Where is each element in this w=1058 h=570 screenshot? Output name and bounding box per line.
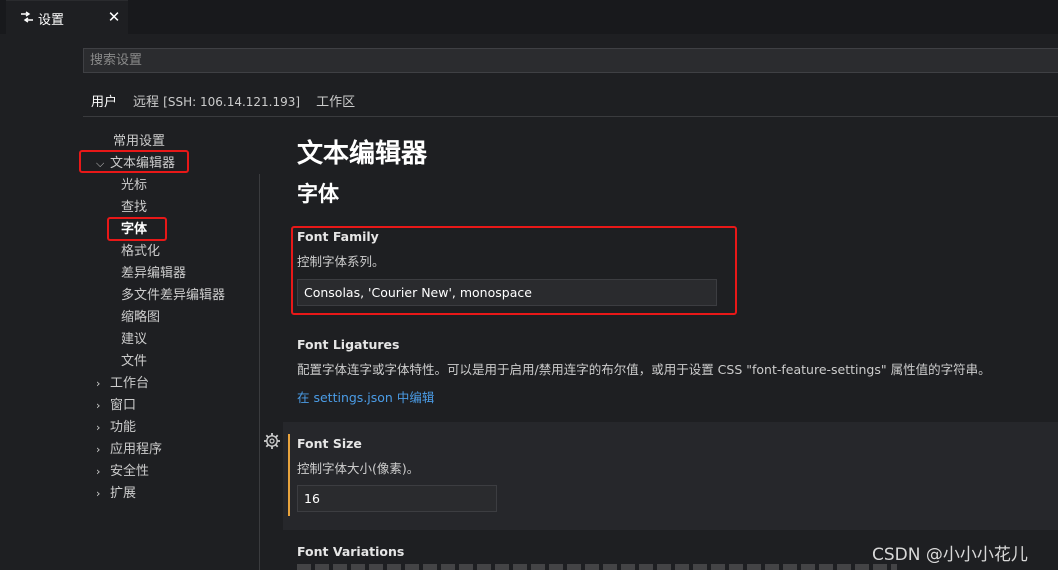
watermark: CSDN @小小小花儿 (872, 545, 1028, 565)
toc-item-window[interactable]: › 窗口 (96, 395, 136, 417)
tab-user-label: 用户 (91, 95, 118, 110)
toc-item-label: 文件 (121, 354, 148, 369)
toc-item-label: 扩展 (110, 486, 137, 501)
toc-item-find[interactable]: 查找 (121, 197, 147, 219)
chevron-right-icon: › (96, 377, 101, 390)
toc-item-diff-editor[interactable]: 差异编辑器 (121, 263, 186, 285)
focus-indicator (288, 434, 290, 516)
close-icon[interactable]: ✕ (104, 7, 124, 27)
chevron-right-icon: › (96, 443, 101, 456)
setting-desc-font-variations-cut-off (297, 564, 897, 570)
setting-title-font-variations: Font Variations (297, 544, 405, 559)
tab-remote-host: [SSH: 106.14.121.193] (163, 95, 301, 109)
search-input[interactable] (83, 48, 1058, 73)
toc-item-common[interactable]: 常用设置 (113, 131, 165, 153)
chevron-right-icon: › (96, 487, 101, 500)
tab-workspace-label: 工作区 (316, 95, 356, 110)
scope-tabs: 用户 远程 [SSH: 106.14.121.193] 工作区 (83, 88, 363, 116)
toc-item-text-editor[interactable]: ⌵ 文本编辑器 (96, 153, 175, 175)
toc-item-label: 建议 (121, 332, 148, 347)
toc-item-application[interactable]: › 应用程序 (96, 439, 162, 461)
toc-item-label: 安全性 (110, 464, 150, 479)
tab-settings[interactable]: 设置 ✕ (6, 0, 128, 34)
setting-title-font-size: Font Size (297, 436, 362, 451)
gear-icon[interactable] (263, 432, 281, 450)
tab-remote-label: 远程 (133, 95, 160, 110)
toc-item-minimap[interactable]: 缩略图 (121, 307, 160, 329)
setting-title-font-ligatures: Font Ligatures (297, 337, 400, 352)
tab-workspace[interactable]: 工作区 (308, 88, 363, 115)
setting-desc-font-family: 控制字体系列。 (297, 254, 385, 269)
toc-item-label: 工作台 (110, 376, 150, 391)
settings-sliders-icon (21, 11, 33, 23)
tab-user[interactable]: 用户 (83, 88, 125, 115)
font-size-input[interactable] (297, 485, 497, 512)
toc-item-multi-diff-editor[interactable]: 多文件差异编辑器 (121, 285, 225, 307)
toc-item-label: 窗口 (110, 398, 137, 413)
chevron-right-icon: › (96, 421, 101, 434)
toc-indent-guide (259, 174, 260, 570)
chevron-right-icon: › (96, 399, 101, 412)
tab-label: 设置 (38, 13, 65, 28)
toc-item-suggestions[interactable]: 建议 (121, 329, 147, 351)
edit-in-settings-json-link[interactable]: 在 settings.json 中编辑 (297, 387, 434, 406)
scope-divider (83, 116, 1058, 117)
toc-item-formatting[interactable]: 格式化 (121, 241, 160, 263)
toc-item-extensions[interactable]: › 扩展 (96, 483, 136, 505)
toc-item-label: 格式化 (121, 244, 161, 259)
toc-item-label: 光标 (121, 178, 148, 193)
toc-item-cursor[interactable]: 光标 (121, 175, 147, 197)
setting-desc-font-ligatures: 配置字体连字或字体特性。可以是用于启用/禁用连字的布尔值，或用于设置 CSS "… (297, 362, 991, 377)
toc-item-label: 文本编辑器 (110, 156, 176, 171)
toc-item-workbench[interactable]: › 工作台 (96, 373, 149, 395)
page-title: 文本编辑器 (297, 139, 428, 169)
chevron-down-icon: ⌵ (96, 157, 105, 170)
toc-item-files[interactable]: 文件 (121, 351, 147, 373)
toc-item-font[interactable]: 字体 (121, 219, 147, 241)
setting-desc-font-size: 控制字体大小(像素)。 (297, 461, 420, 476)
toc-item-label: 缩略图 (121, 310, 161, 325)
toc-item-label: 多文件差异编辑器 (121, 288, 226, 303)
toc-item-label: 功能 (110, 420, 137, 435)
section-title: 字体 (297, 182, 339, 206)
toc-item-label: 查找 (121, 200, 148, 215)
toc-item-label: 字体 (121, 222, 148, 237)
chevron-right-icon: › (96, 465, 101, 478)
font-family-input[interactable] (297, 279, 717, 306)
toc-item-label: 应用程序 (110, 442, 163, 457)
toc-item-label: 常用设置 (113, 134, 166, 149)
toc-item-label: 差异编辑器 (121, 266, 187, 281)
setting-title-font-family: Font Family (297, 229, 379, 244)
toc-item-features[interactable]: › 功能 (96, 417, 136, 439)
tab-bar: 设置 ✕ (0, 0, 1058, 34)
toc-item-security[interactable]: › 安全性 (96, 461, 149, 483)
tab-remote[interactable]: 远程 [SSH: 106.14.121.193] (125, 88, 308, 115)
